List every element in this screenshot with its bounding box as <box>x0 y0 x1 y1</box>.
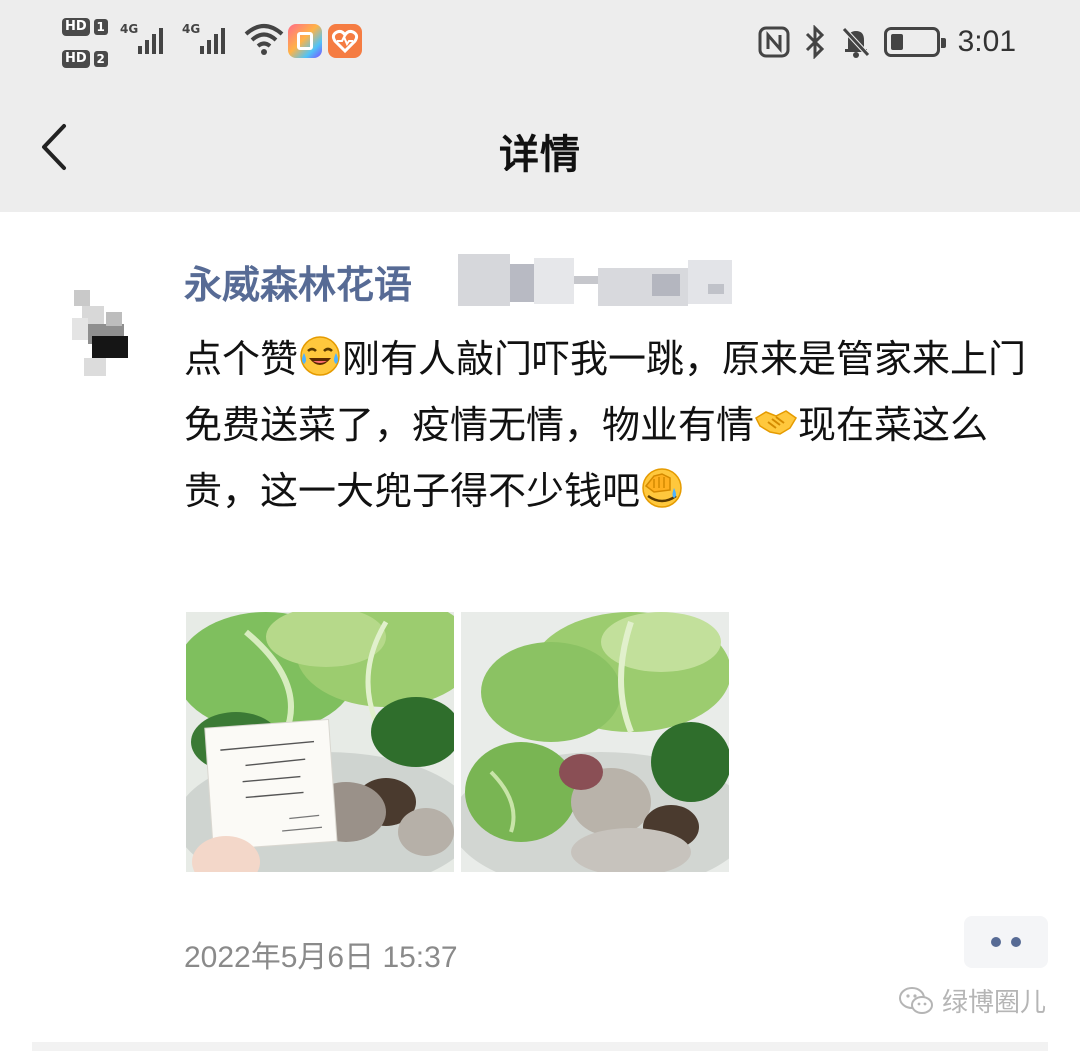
post-content: 点个赞 刚有人敲门吓我一跳，原来是管家来上门免费送菜了，疫情无情，物业有情 现在… <box>184 326 1032 524</box>
watermark-text: 绿博圈儿 <box>942 988 1047 1018</box>
laughing-tears-emoji <box>300 336 340 376</box>
dual-sim-indicator: HD 1 HD 2 <box>62 14 112 70</box>
post-timestamp: 2022年5月6日 15:37 <box>184 941 458 974</box>
battery-icon <box>883 27 946 57</box>
app-notify-icon <box>288 24 322 58</box>
avatar[interactable] <box>66 284 128 384</box>
post-text-segment: 点个赞 <box>184 337 299 381</box>
sim2-index: 2 <box>93 51 108 67</box>
nav-bar: 详情 <box>0 84 1080 212</box>
pixelated-mask <box>458 248 740 308</box>
more-dots-icon <box>1011 937 1021 947</box>
vegetables-bag-photo[interactable] <box>461 612 729 872</box>
handshake-emoji <box>755 410 798 435</box>
signal-4g-icon: 4G <box>182 22 234 56</box>
moment-post: 永威森林花语 点个赞 刚有人敲门吓我一跳，原来是管家来上门免费送菜了，疫情无情，… <box>0 212 1080 1051</box>
watermark: 绿博圈儿 <box>898 982 1046 1019</box>
mute-bell-icon <box>841 27 870 58</box>
status-bar: HD 1 HD 2 4G 4G 3:01 <box>0 0 1080 84</box>
bluetooth-icon <box>805 25 824 59</box>
status-right-group: 3:01 <box>758 22 1016 62</box>
page-title: 详情 <box>499 132 581 178</box>
health-app-icon <box>328 24 362 58</box>
status-time: 3:01 <box>957 25 1016 58</box>
hd-badge-sim2: HD <box>62 50 90 68</box>
divider <box>32 1042 1048 1051</box>
sim1-index: 1 <box>93 19 108 35</box>
hd-badge-sim1: HD <box>62 18 90 36</box>
vegetables-with-note-photo[interactable] <box>186 612 454 872</box>
author-name[interactable]: 永威森林花语 <box>184 254 412 309</box>
wechat-icon <box>899 986 933 1014</box>
nfc-icon <box>758 26 790 58</box>
facepalm-emoji <box>642 468 682 508</box>
more-actions-button[interactable] <box>964 916 1048 968</box>
signal-4g-icon: 4G <box>120 22 172 56</box>
more-dots-icon <box>991 937 1001 947</box>
wifi-icon <box>244 24 284 55</box>
